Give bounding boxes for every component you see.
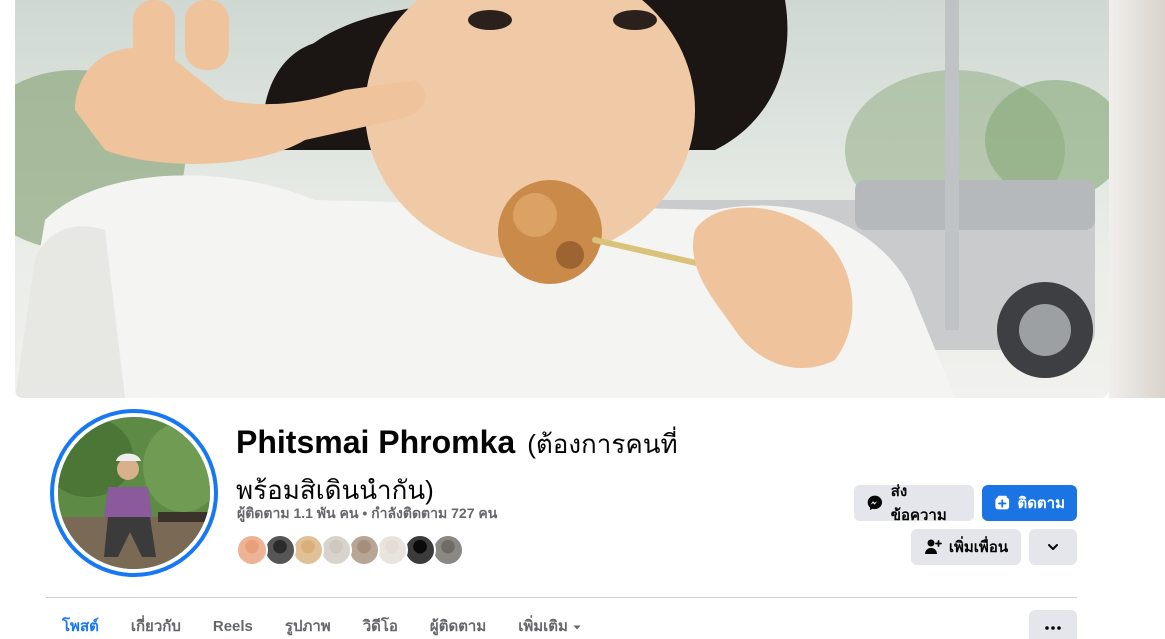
tab-label: เพิ่มเติม <box>518 618 568 635</box>
tab-label: รูปภาพ <box>284 618 331 635</box>
mutual-friends-avatars[interactable] <box>236 534 464 566</box>
more-options-button[interactable] <box>1029 610 1077 639</box>
friend-avatar[interactable] <box>236 534 268 566</box>
friend-avatar[interactable] <box>376 534 408 566</box>
cover-photo[interactable] <box>15 0 1109 398</box>
expand-button[interactable] <box>1029 529 1077 565</box>
tab-photos[interactable]: รูปภาพ <box>269 612 347 639</box>
tab-videos[interactable]: วิดีโอ <box>347 612 414 639</box>
background-strip <box>1109 0 1165 398</box>
avatar-photo <box>58 417 210 569</box>
caret-down-icon <box>573 625 581 630</box>
profile-page: Phitsmai Phromka (ต้องการคนที่พร้อมสิเดิน… <box>0 0 1165 639</box>
friend-avatar[interactable] <box>264 534 296 566</box>
friend-avatar[interactable] <box>404 534 436 566</box>
friend-avatar[interactable] <box>320 534 352 566</box>
tab-label: Reels <box>212 618 253 635</box>
tab-more[interactable]: เพิ่มเติม <box>502 612 598 639</box>
tab-label: ผู้ติดตาม <box>429 618 487 635</box>
tabs-divider <box>46 597 1077 598</box>
tab-followers[interactable]: ผู้ติดตาม <box>414 612 502 639</box>
follow-button-label: ติดตาม <box>1017 495 1065 512</box>
follower-stats[interactable]: ผู้ติดตาม 1.1 พัน คน • กำลังติดตาม 727 ค… <box>237 503 497 525</box>
messenger-icon <box>867 495 883 511</box>
tab-label: วิดีโอ <box>362 618 398 635</box>
tab-label: เกี่ยวกับ <box>130 618 181 635</box>
follow-button[interactable]: ติดตาม <box>982 485 1077 521</box>
follow-plus-icon <box>995 495 1010 510</box>
tab-about[interactable]: เกี่ยวกับ <box>115 612 197 639</box>
friend-avatar[interactable] <box>292 534 324 566</box>
chevron-down-icon <box>1048 544 1058 550</box>
profile-name: Phitsmai Phromka (ต้องการคนที่พร้อมสิเดิน… <box>236 420 706 512</box>
cover-illustration <box>15 0 1109 398</box>
friend-avatar[interactable] <box>432 534 464 566</box>
add-friend-button[interactable]: เพิ่มเพื่อน <box>911 529 1021 565</box>
avatar-ring <box>54 413 214 573</box>
friend-avatar[interactable] <box>348 534 380 566</box>
add-friend-button-label: เพิ่มเพื่อน <box>948 539 1009 556</box>
more-dots-icon <box>1045 626 1061 630</box>
tab-label: โพสต์ <box>62 618 99 635</box>
profile-tabs: โพสต์ เกี่ยวกับ Reels รูปภาพ วิดีโอ ผู้ต… <box>46 612 598 639</box>
message-button-label: ส่งข้อความ <box>890 483 947 524</box>
avatar-illustration <box>58 417 210 569</box>
tab-reels[interactable]: Reels <box>197 612 269 639</box>
profile-name-text: Phitsmai Phromka <box>236 424 516 460</box>
tab-posts[interactable]: โพสต์ <box>46 612 115 639</box>
add-friend-icon <box>924 539 942 554</box>
profile-avatar[interactable] <box>50 409 218 577</box>
message-button[interactable]: ส่งข้อความ <box>854 483 974 524</box>
